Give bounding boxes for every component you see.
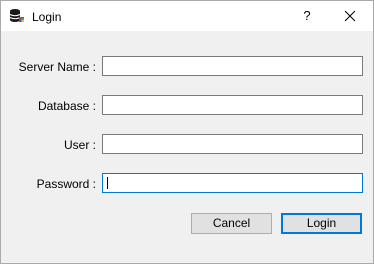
text-caret: [107, 177, 108, 189]
user-input[interactable]: [102, 134, 363, 154]
password-input[interactable]: [102, 173, 363, 193]
database-input[interactable]: [102, 95, 363, 115]
user-label: User :: [63, 138, 96, 152]
title-bar[interactable]: Login ?: [1, 1, 373, 31]
help-label: ?: [303, 8, 311, 23]
password-label: Password :: [36, 177, 96, 191]
database-icon: [9, 8, 25, 24]
database-label: Database :: [37, 99, 96, 113]
cancel-button[interactable]: Cancel: [191, 213, 272, 234]
help-button[interactable]: ?: [289, 1, 325, 31]
login-button[interactable]: Login: [281, 213, 362, 234]
login-dialog: Login ? Server Name : Database : User : …: [0, 0, 374, 264]
server-name-label: Server Name :: [18, 60, 96, 74]
close-button[interactable]: [327, 1, 373, 31]
window-title: Login: [32, 10, 62, 24]
server-name-input[interactable]: [102, 56, 363, 76]
close-icon: [344, 10, 356, 22]
